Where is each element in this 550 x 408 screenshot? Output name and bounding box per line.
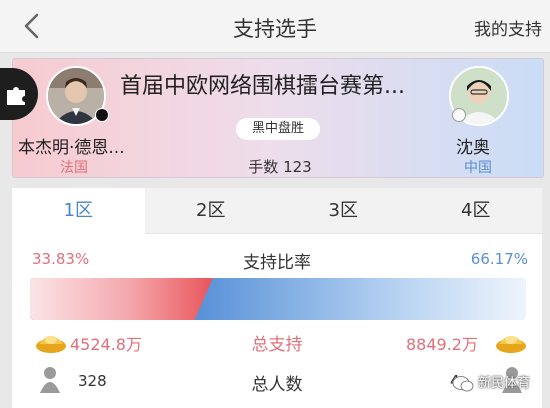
right-support-ratio: 66.17% [470, 250, 528, 268]
left-support-fill [30, 278, 213, 320]
gold-ingot-icon [496, 336, 526, 353]
tab-zone-3[interactable]: 3区 [277, 188, 410, 234]
result-badge: 黑中盘胜 [236, 118, 320, 140]
left-player-country: 法国 [60, 160, 88, 176]
watermark: 新民体育 [452, 368, 548, 400]
right-player-name: 沈奥 [456, 138, 490, 158]
tab-zone-1[interactable]: 1区 [12, 188, 145, 234]
wechat-logo-icon [452, 375, 474, 391]
right-total-support: 8849.2万 [406, 335, 478, 354]
tab-zone-2[interactable]: 2区 [144, 188, 277, 234]
watermark-text: 新民体育 [478, 376, 531, 391]
top-bar: 支持选手 我的支持 [0, 0, 550, 53]
tab-zone-4[interactable]: 4区 [409, 188, 542, 234]
white-stone-icon [452, 108, 466, 122]
move-count: 手数 123 [248, 158, 312, 176]
match-title: 首届中欧网络围棋擂台赛第... [120, 74, 405, 99]
support-ratio-bar [30, 278, 526, 320]
right-player-country: 中国 [464, 160, 492, 176]
puzzle-icon [7, 87, 25, 105]
zone-tabs: 1区 2区 3区 4区 [12, 188, 542, 234]
my-support-link[interactable]: 我的支持 [474, 15, 542, 40]
left-player-name: 本杰明·德恩... [18, 138, 125, 158]
support-ratio-label: 支持比率 [243, 253, 311, 273]
page-title: 支持选手 [233, 17, 317, 41]
black-stone-icon [95, 108, 109, 122]
